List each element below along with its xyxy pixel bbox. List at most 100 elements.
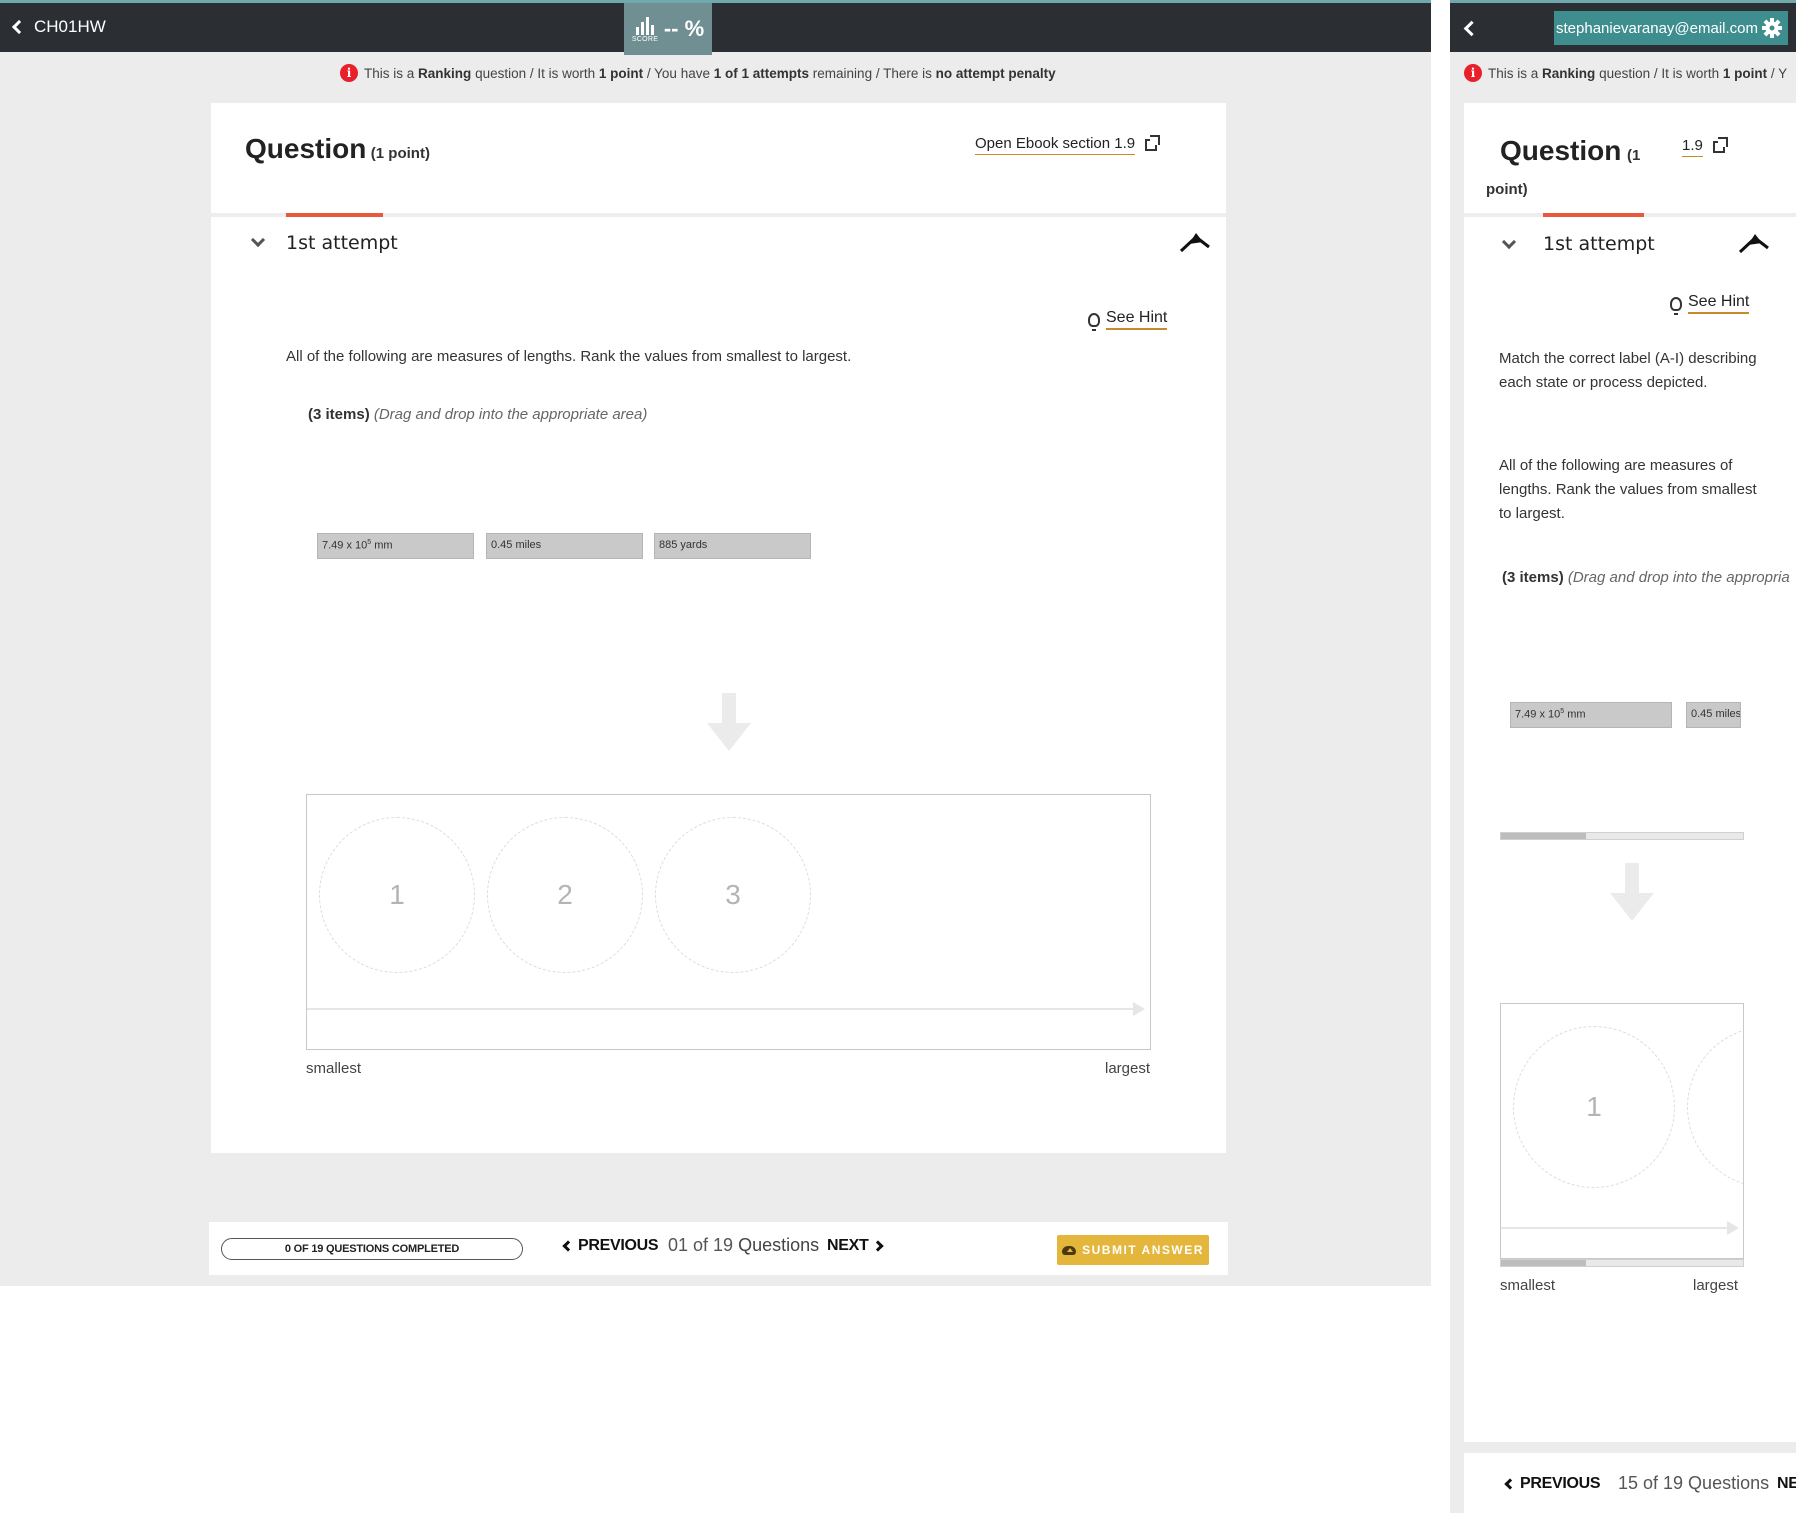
info-text: question / It is worth [1599,65,1720,81]
info-text: / Y [1770,65,1788,81]
previous-button[interactable]: PREVIOUS [562,1237,659,1255]
user-email: stephanievaranay@email.com [1556,19,1758,37]
see-hint-button[interactable]: See Hint [1088,309,1168,331]
ebook-link-group: 1.9 [1682,137,1728,157]
ranking-axis [1501,1227,1729,1229]
rank-slot[interactable]: 3 [655,817,811,973]
question-header-card: Question (1 point) Open Ebook section 1.… [211,103,1226,213]
attempt-label[interactable]: 1st attempt [1543,233,1655,255]
item-exponent: 5 [1560,708,1565,715]
question-points: (1 [1627,147,1641,164]
question-counter-number: 01 of 19 [668,1235,734,1255]
chevron-left-icon [1504,1478,1516,1490]
open-ebook-link[interactable]: Open Ebook section 1.9 [975,135,1136,155]
question-title: Question [1500,135,1622,166]
draggable-item[interactable]: 885 yards [654,533,811,559]
upload-cloud-icon [1062,1245,1077,1255]
chevron-left-icon [562,1240,574,1252]
info-icon: i [340,64,358,82]
chevron-left-icon[interactable] [1463,20,1480,37]
submit-label: SUBMIT ANSWER [1082,1243,1204,1257]
rank-slot[interactable]: 1 [319,817,475,973]
chevron-down-icon[interactable] [1501,234,1517,250]
open-ebook-link[interactable]: 1.9 [1682,137,1703,157]
question-heading: Question (1 point) [245,133,430,165]
pin-icon[interactable] [1738,232,1770,254]
draggable-item[interactable]: 0.45 miles [486,533,643,559]
horizontal-scrollbar[interactable] [1500,1259,1744,1267]
attempt-penalty: no attempt penalty [935,65,1056,81]
items-instruction: (3 items) (Drag and drop into the approp… [308,406,647,423]
axis-arrowhead-icon [1727,1221,1739,1235]
see-hint-label: See Hint [1106,309,1168,330]
next-button[interactable]: NE [1777,1475,1796,1493]
ebook-link-label: Open Ebook section [975,135,1111,152]
attempt-label[interactable]: 1st attempt [286,232,398,254]
question-counter-word: Questions [738,1235,820,1255]
ranking-drop-area[interactable]: 1 2 3 [306,794,1151,1050]
info-text: remaining / There is [812,65,932,81]
top-bar: CH01HW SCORE -- % [0,0,1431,55]
question-prompt: All of the following are measures of len… [286,348,852,365]
rank-slot[interactable]: 2 [487,817,643,973]
axis-min-label: smallest [306,1060,362,1077]
question-prompt: All of the following are measures of len… [1499,457,1757,522]
question-info-line: i This is a Ranking question / It is wor… [1464,64,1787,82]
submit-answer-button[interactable]: SUBMIT ANSWER [1057,1235,1209,1265]
question-points-cont: point) [1486,181,1528,198]
ebook-link-group: Open Ebook section 1.9 [975,135,1161,155]
question-title: Question [245,133,367,164]
axis-arrowhead-icon [1133,1002,1145,1016]
rank-slot[interactable]: 1 [1513,1026,1675,1188]
chevron-down-icon[interactable] [250,232,266,248]
lightbulb-icon [1670,296,1682,315]
info-text: question / It is worth [475,65,596,81]
question-worth: 1 point [1722,65,1768,81]
question-type: Ranking [418,65,472,81]
previous-label: PREVIOUS [578,1237,659,1254]
items-count: (3 items) [308,406,370,423]
attempts-remaining: 1 of 1 attempts [713,65,810,81]
previous-label: PREVIOUS [1520,1475,1601,1492]
lightbulb-icon [1088,312,1100,331]
see-hint-button[interactable]: See Hint [1670,293,1750,315]
question-type: Ranking [1542,65,1596,81]
axis-min-label: smallest [1500,1277,1556,1294]
item-unit: mm [374,539,393,552]
scrollbar-thumb[interactable] [1501,1260,1586,1266]
bar-chart-icon: SCORE [632,15,658,43]
drag-instruction: (Drag and drop into the appropriate area… [373,406,648,423]
chevron-left-icon [11,19,27,35]
pin-icon[interactable] [1179,231,1211,253]
user-account-menu[interactable]: stephanievaranay@email.com [1554,11,1788,45]
previous-button[interactable]: PREVIOUS [1504,1475,1601,1493]
external-link-icon [1145,135,1161,151]
next-label: NEXT [827,1237,869,1254]
draggable-item[interactable]: 7.49 x 105 mm [317,533,474,559]
attempt-card: 1st attempt See Hint All of the followin… [211,213,1226,1153]
gear-icon[interactable] [1762,18,1782,38]
draggable-item[interactable]: 0.45 miles [1686,702,1741,728]
question-prompt-previous: Match the correct label (A-I) describing… [1499,350,1757,391]
horizontal-scrollbar[interactable] [1500,832,1744,840]
ranking-axis [307,1008,1135,1010]
question-counter[interactable]: 01 of 19 Questions [668,1235,819,1256]
rank-slot-partial[interactable] [1687,1026,1743,1188]
item-unit: mm [1567,708,1586,721]
question-counter[interactable]: 15 of 19 Questions [1618,1473,1769,1494]
attempt-card: 1st attempt See Hint Match the correct l… [1464,213,1796,1442]
external-link-icon [1712,137,1728,153]
ranking-drop-area[interactable]: 1 [1500,1003,1744,1259]
next-label: NE [1777,1475,1796,1492]
back-to-assignment-link[interactable]: CH01HW [11,17,106,37]
footer-bar: 0 OF 19 QUESTIONS COMPLETED PREVIOUS 01 … [209,1222,1228,1275]
ebook-section: 1.9 [1114,135,1136,152]
scrollbar-thumb[interactable] [1501,833,1586,839]
draggable-item[interactable]: 7.49 x 105 mm [1510,702,1672,728]
question-info-line: i This is a Ranking question / It is wor… [340,64,1056,82]
secondary-window: stephanievaranay@email.com i This is a R… [1450,0,1796,1513]
score-widget[interactable]: SCORE -- % [624,3,712,55]
top-bar: stephanievaranay@email.com [1450,0,1796,52]
attempt-tab-indicator [1543,213,1644,217]
next-button[interactable]: NEXT [827,1237,885,1255]
